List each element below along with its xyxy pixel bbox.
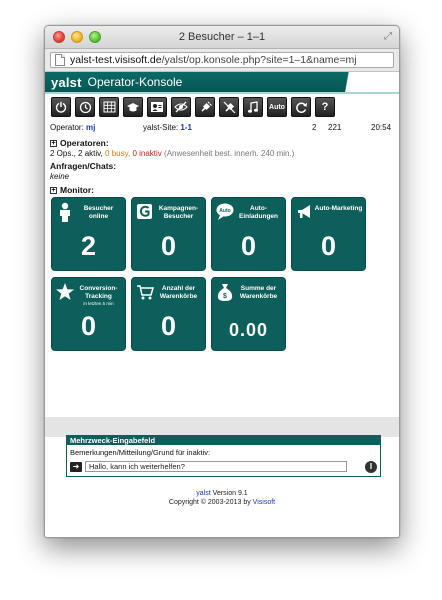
- status-count-1: 2: [312, 122, 317, 132]
- cart-icon: [137, 285, 154, 300]
- tile-value: 2: [80, 231, 97, 261]
- megaphone-icon: [298, 205, 310, 218]
- grid-icon[interactable]: [99, 97, 119, 117]
- tile-cart-sum[interactable]: $ Summe der Warenkörbe 0.00: [211, 277, 286, 351]
- site-value: 1-1: [180, 122, 192, 132]
- operators-section: + Operatoren: 2 Ops., 2 aktiv, 0 busy, 0 …: [45, 138, 399, 195]
- footer: yalst Version 9.1 Copyright © 2003-2013 …: [45, 489, 399, 507]
- tile-label: Auto-Marketing: [314, 205, 363, 212]
- tile-label: Kampagnen-Besucher: [158, 205, 199, 220]
- operator-value: mj: [86, 122, 96, 132]
- multipurpose-heading: Mehrzweck-Eingabefeld: [67, 436, 380, 445]
- multipurpose-input[interactable]: [85, 461, 347, 472]
- multipurpose-label: Bemerkungen/Mitteilung/Grund für inaktiv…: [70, 448, 211, 457]
- brand-swoosh: [319, 72, 399, 92]
- ops-active: 2 aktiv,: [78, 149, 103, 158]
- svg-text:$: $: [223, 293, 227, 300]
- refresh-icon[interactable]: [291, 97, 311, 117]
- monitor-tiles: Besucher online 2 Kampagnen-Besucher 0 A…: [51, 197, 391, 357]
- window-title: 2 Besucher – 1–1: [178, 31, 266, 43]
- requests-value: keine: [50, 172, 70, 181]
- footer-copyright: Copyright © 2003-2013 by: [168, 499, 251, 506]
- auto-icon[interactable]: Auto: [267, 97, 287, 117]
- tile-auto-invitations[interactable]: Auto Auto-Einladungen 0: [211, 197, 286, 271]
- ops-inactive: 0 inaktiv: [132, 149, 162, 158]
- tile-sublabel: in letzten 5 min: [83, 301, 114, 306]
- svg-text:Auto: Auto: [219, 208, 230, 214]
- status-line: Operator: mj yalst-Site: 1-1 2 221 20:54: [45, 121, 399, 133]
- footer-product-link[interactable]: yalst: [196, 490, 210, 497]
- multipurpose-input-box: Mehrzweck-Eingabefeld Bemerkungen/Mittei…: [66, 435, 381, 477]
- tile-label: Anzahl der Warenkörbe: [159, 285, 198, 300]
- user-card-icon[interactable]: [147, 97, 167, 117]
- g-campaign-icon: [137, 204, 152, 219]
- url-field[interactable]: yalst-test.visisoft.de/yalst/op.konsole.…: [50, 52, 394, 68]
- title-bar: 2 Besucher – 1–1 ⤢: [45, 26, 399, 49]
- info-icon[interactable]: I: [365, 460, 377, 473]
- tile-value: 0: [320, 231, 337, 261]
- ops-count: 2 Ops.,: [50, 149, 76, 158]
- tile-conversion-tracking[interactable]: Conversion-Tracking in letzten 5 min 0: [51, 277, 126, 351]
- ops-note: (Anwesenheit best. innerh. 240 min.): [164, 149, 295, 158]
- tile-label: Besucher online: [83, 205, 114, 220]
- tile-value: 0: [160, 231, 177, 261]
- address-bar: yalst-test.visisoft.de/yalst/op.konsole.…: [45, 49, 399, 72]
- operators-heading: Operatoren:: [60, 138, 109, 148]
- expand-operators-icon[interactable]: +: [50, 139, 57, 147]
- person-icon: [60, 202, 70, 222]
- expand-monitor-icon[interactable]: +: [50, 186, 57, 194]
- status-count-2: 221: [328, 122, 342, 132]
- operator-label: Operator:: [50, 122, 84, 132]
- tile-label: Summe der Warenkörbe: [239, 285, 278, 300]
- bottom-panel-background: [45, 417, 399, 437]
- tile-value: 0: [240, 231, 257, 261]
- brand-header: yalst Operator-Konsole: [45, 72, 399, 94]
- tile-auto-marketing[interactable]: Auto-Marketing 0: [291, 197, 366, 271]
- graduation-cap-icon[interactable]: [123, 97, 143, 117]
- money-bag-icon: $: [217, 284, 233, 301]
- clock-icon[interactable]: [75, 97, 95, 117]
- browser-window: 2 Besucher – 1–1 ⤢ yalst-test.visisoft.d…: [44, 25, 400, 538]
- url-host: yalst-test.visisoft.de: [70, 54, 162, 66]
- page-title: Operator-Konsole: [87, 75, 183, 89]
- tile-value: 0: [80, 311, 97, 341]
- tile-cart-count[interactable]: Anzahl der Warenkörbe 0: [131, 277, 206, 351]
- eye-crossed-icon[interactable]: [171, 97, 191, 117]
- page-icon: [55, 54, 65, 66]
- brand-logo: yalst: [51, 74, 82, 90]
- requests-heading: Anfragen/Chats:: [50, 161, 117, 171]
- tile-visitors-online[interactable]: Besucher online 2: [51, 197, 126, 271]
- status-time: 20:54: [371, 122, 392, 132]
- site-label: yalst-Site:: [143, 122, 179, 132]
- tile-value: 0.00: [228, 320, 269, 340]
- tile-label: Conversion-Tracking: [79, 285, 118, 300]
- help-icon[interactable]: ?: [315, 97, 335, 117]
- tile-label: Auto-Einladungen: [239, 205, 278, 220]
- url-path: /yalst/op.konsole.php?site=1–1&name=mj: [161, 54, 357, 66]
- send-arrow-icon[interactable]: ➜: [70, 461, 82, 472]
- toolbar: Auto ?: [45, 94, 399, 121]
- plug-icon[interactable]: [195, 97, 215, 117]
- music-note-icon[interactable]: [243, 97, 263, 117]
- footer-version: Version 9.1: [212, 490, 248, 497]
- tile-campaign-visitors[interactable]: Kampagnen-Besucher 0: [131, 197, 206, 271]
- fullscreen-icon[interactable]: ⤢: [384, 31, 392, 42]
- ops-busy: 0 busy,: [105, 149, 131, 158]
- star-icon: [56, 283, 74, 300]
- auto-invite-icon: Auto: [216, 203, 234, 220]
- power-icon[interactable]: [51, 97, 71, 117]
- plug-off-icon[interactable]: [219, 97, 239, 117]
- footer-company-link[interactable]: Visisoft: [253, 499, 275, 506]
- monitor-heading: Monitor:: [60, 185, 94, 195]
- tile-value: 0: [160, 311, 177, 341]
